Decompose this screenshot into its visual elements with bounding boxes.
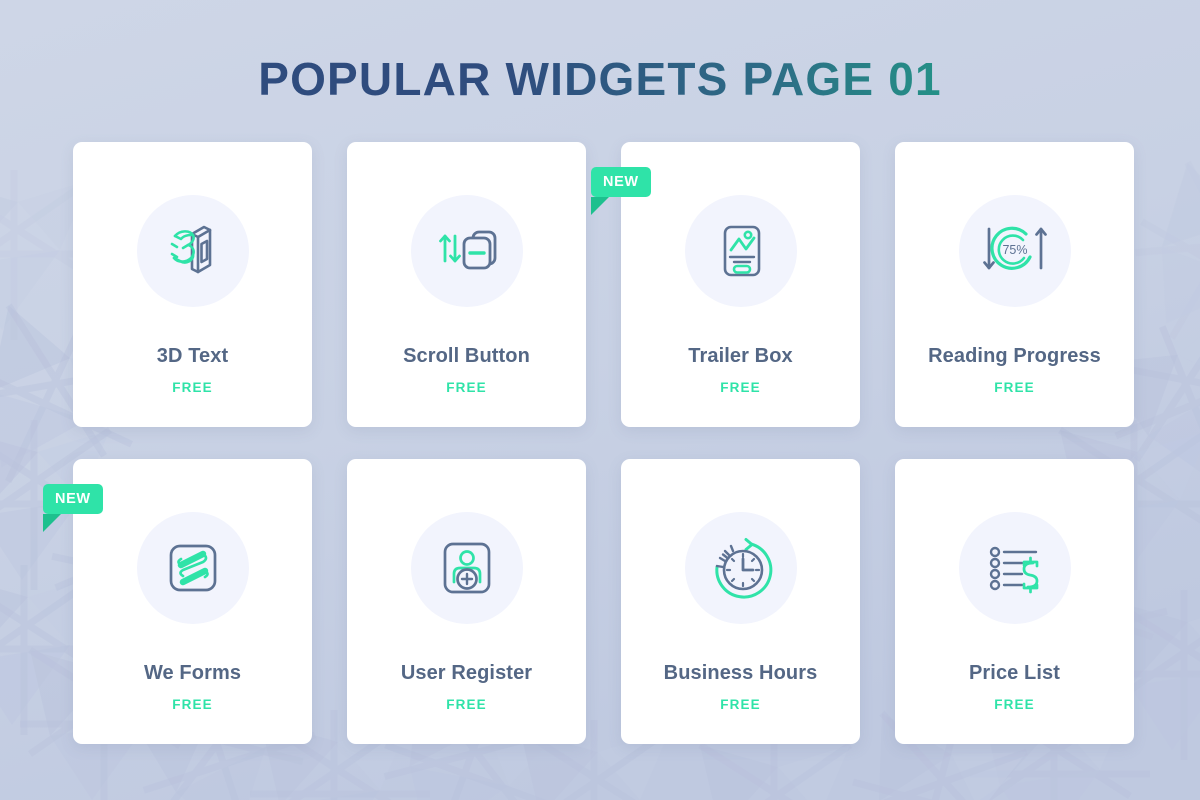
widget-title: Reading Progress [928,345,1101,367]
we-forms-icon [169,544,216,592]
icon-container [410,512,523,624]
trailer-box-icon [723,225,760,277]
widget-price: FREE [446,380,487,395]
progress-value: 75% [1002,243,1027,257]
reading-progress-icon: 75% [982,226,1047,270]
widget-price: FREE [172,697,213,712]
icon-container [684,512,797,624]
widget-price: FREE [720,697,761,712]
widget-card-user-register[interactable]: User Register FREE [347,459,586,744]
widget-card-3d-text[interactable]: 3D Text FREE [73,142,312,427]
new-badge: NEW [43,484,103,532]
price-list-icon [989,546,1038,594]
3d-text-icon [170,225,211,274]
icon-container [958,512,1071,624]
icon-container [136,512,249,624]
widget-price: FREE [172,380,213,395]
widget-card-we-forms[interactable]: NEW We Forms FREE [43,459,312,744]
business-hours-icon [714,538,772,599]
widget-title: Trailer Box [688,345,793,367]
widget-price: FREE [446,697,487,712]
widget-card-scroll-button[interactable]: Scroll Button FREE [347,142,586,427]
page-title: POPULAR WIDGETS PAGE 01 [0,52,1200,106]
icon-container: 75% [958,195,1071,307]
user-register-icon [443,542,490,594]
icon-container [410,195,523,307]
widget-title: User Register [400,662,533,684]
widget-price: FREE [994,380,1035,395]
widget-card-business-hours[interactable]: Business Hours FREE [621,459,860,744]
icon-container [684,195,797,307]
new-badge: NEW [591,167,651,215]
widget-price: FREE [994,697,1035,712]
widget-title: Scroll Button [403,345,530,367]
widget-grid: 3D Text FREE Scroll Button FREE NEW Trai… [43,142,1135,744]
widget-card-trailer-box[interactable]: NEW Trailer Box FREE [591,142,860,427]
scroll-button-icon [438,230,496,270]
widget-price: FREE [720,380,761,395]
widget-title: Price List [968,662,1061,684]
widget-card-reading-progress[interactable]: 75% Reading Progress FREE [895,142,1134,427]
widget-title: We Forms [143,662,242,684]
icon-container [136,195,249,307]
widget-title: Business Hours [663,662,818,684]
widget-title: 3D Text [156,345,229,367]
widget-card-price-list[interactable]: Price List FREE [895,459,1134,744]
